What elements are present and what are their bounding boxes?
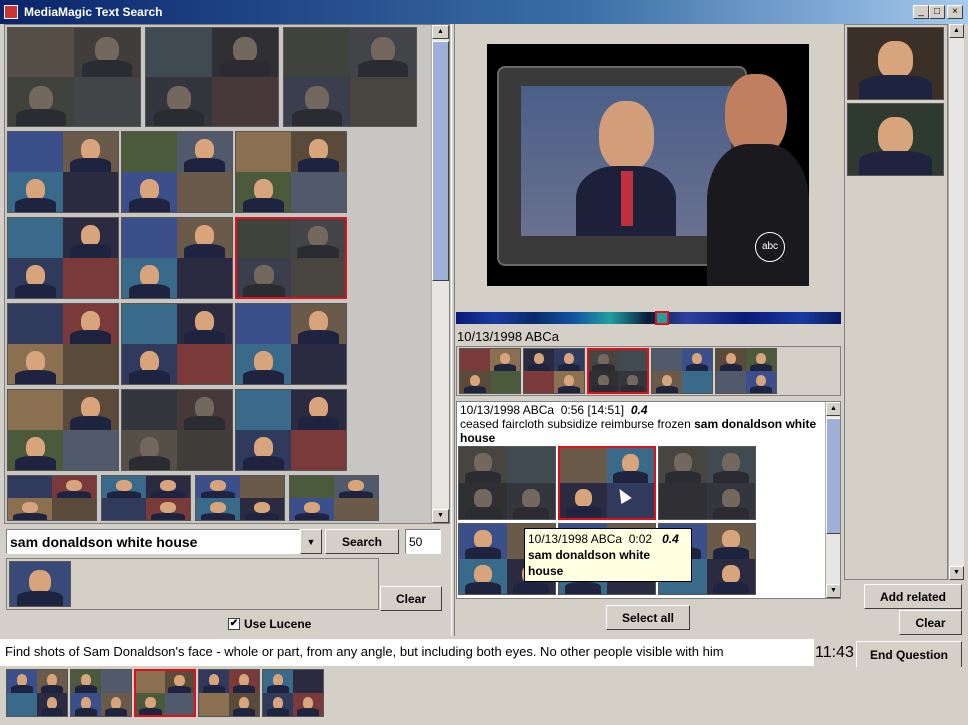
results-scroll-down-icon[interactable]: ▼ <box>826 584 840 598</box>
shot-thumbnail[interactable] <box>145 27 279 127</box>
shot-thumbnail[interactable] <box>283 27 417 127</box>
window-titlebar: MediaMagic Text Search <box>0 0 968 24</box>
dropdown-arrow-icon[interactable]: ▼ <box>300 529 322 554</box>
result-header: 10/13/1998 ABCa 0:56 [14:51] 0.4 <box>460 403 648 417</box>
related-thumbnail[interactable] <box>847 103 944 176</box>
related-thumbnail[interactable] <box>847 27 944 100</box>
shot-strip-thumbnail[interactable] <box>651 348 713 394</box>
add-related-button[interactable]: Add related <box>864 584 962 609</box>
shot-thumbnail[interactable] <box>121 217 233 299</box>
shot-thumbnail[interactable] <box>121 303 233 385</box>
scroll-up-arrow-icon[interactable]: ▲ <box>432 25 449 39</box>
close-button[interactable]: × <box>947 5 963 19</box>
clear-example-button[interactable]: Clear <box>380 586 442 611</box>
clear-related-button[interactable]: Clear <box>899 610 962 635</box>
question-text: Find shots of Sam Donaldson's face - who… <box>0 639 814 666</box>
result-tooltip: 10/13/1998 ABCa 0:02 0.4 sam donaldson w… <box>524 528 692 582</box>
result-date: 10/13/1998 ABCa <box>460 403 555 417</box>
shot-strip-thumbnail[interactable] <box>715 348 777 394</box>
result-time: 0:56 [14:51] <box>560 403 625 417</box>
search-input[interactable]: sam donaldson white house <box>6 529 300 554</box>
app-icon <box>4 5 18 19</box>
results-scroll-up-icon[interactable]: ▲ <box>826 402 840 416</box>
shot-thumbnail[interactable] <box>7 27 141 127</box>
shot-thumbnail[interactable] <box>289 475 379 521</box>
use-lucene-label: Use Lucene <box>244 617 312 631</box>
storyboard-panel: ▲ ▼ <box>4 24 450 524</box>
shot-thumbnail[interactable] <box>121 389 233 471</box>
result-count-field[interactable]: 50 <box>405 529 441 554</box>
timeline-marker[interactable] <box>655 311 669 325</box>
tooltip-query: sam donaldson white house <box>528 548 651 578</box>
shot-thumbnail[interactable] <box>7 389 119 471</box>
result-score: 0.4 <box>630 403 648 417</box>
storyboard-grid <box>5 25 429 523</box>
shot-thumbnail[interactable] <box>7 475 97 521</box>
selected-shot-thumbnail[interactable] <box>134 669 196 717</box>
storyboard-scrollbar[interactable]: ▲ ▼ <box>431 25 449 523</box>
video-timeline[interactable] <box>456 311 841 325</box>
scroll-down-arrow-icon[interactable]: ▼ <box>432 509 449 523</box>
shot-strip-thumbnail[interactable] <box>459 348 521 394</box>
shot-thumbnail[interactable] <box>121 131 233 213</box>
shot-strip-thumbnail[interactable] <box>587 348 649 394</box>
related-scroll-up-icon[interactable]: ▲ <box>949 24 964 38</box>
shot-thumbnail[interactable] <box>7 131 119 213</box>
checkmark-icon[interactable]: ✔ <box>228 618 240 630</box>
scroll-thumb[interactable] <box>432 41 449 281</box>
shot-thumbnail[interactable] <box>101 475 191 521</box>
end-question-button[interactable]: End Question <box>856 641 962 668</box>
timer-label: 11:43 <box>815 644 854 661</box>
monitor-screen <box>521 86 731 236</box>
window-title: MediaMagic Text Search <box>24 5 163 19</box>
selected-shot-thumbnail[interactable] <box>198 669 260 717</box>
selected-shot-thumbnail[interactable] <box>262 669 324 717</box>
result-keywords: ceased faircloth subsidize reimburse fro… <box>460 417 825 445</box>
video-date-label: 10/13/1998 ABCa <box>457 329 559 344</box>
result-thumbnail[interactable] <box>558 446 656 520</box>
result-thumbnail[interactable] <box>458 446 556 520</box>
results-list: 10/13/1998 ABCa 0:56 [14:51] 0.4 ceased … <box>456 401 841 599</box>
shot-thumbnail[interactable] <box>235 389 347 471</box>
selected-shots-strip <box>0 667 968 725</box>
search-button[interactable]: Search <box>325 529 399 554</box>
shot-strip-thumbnail[interactable] <box>523 348 585 394</box>
minimize-button[interactable]: _ <box>913 5 929 19</box>
shot-strip <box>456 346 841 396</box>
result-text-plain: ceased faircloth subsidize reimburse fro… <box>460 417 695 431</box>
split-divider[interactable] <box>451 24 455 636</box>
result-thumbnail[interactable] <box>658 446 756 520</box>
example-images-area <box>6 558 379 610</box>
related-scrollbar[interactable]: ▲ ▼ <box>948 24 964 580</box>
select-all-button[interactable]: Select all <box>606 605 690 630</box>
shot-thumbnail[interactable] <box>7 303 119 385</box>
selected-shot-thumbnail[interactable] <box>70 669 132 717</box>
maximize-button[interactable]: □ <box>929 5 945 19</box>
selected-shot-thumbnail[interactable] <box>6 669 68 717</box>
example-thumbnail[interactable] <box>9 561 71 607</box>
results-scrollbar[interactable]: ▲ ▼ <box>825 402 840 598</box>
shot-thumbnail[interactable] <box>235 217 347 299</box>
tooltip-date: 10/13/1998 ABCa <box>528 532 623 546</box>
tooltip-time: 0:02 <box>628 532 653 546</box>
shot-thumbnail[interactable] <box>195 475 285 521</box>
use-lucene-checkbox[interactable]: ✔ Use Lucene <box>228 617 311 631</box>
channel-logo: abc <box>755 232 785 262</box>
tooltip-score: 0.4 <box>662 532 679 546</box>
video-player[interactable]: abc <box>487 44 809 286</box>
shot-thumbnail[interactable] <box>7 217 119 299</box>
related-scroll-down-icon[interactable]: ▼ <box>949 566 964 580</box>
shot-thumbnail[interactable] <box>235 303 347 385</box>
related-shots-panel <box>844 24 948 580</box>
shot-thumbnail[interactable] <box>235 131 347 213</box>
results-scroll-thumb[interactable] <box>826 418 840 534</box>
